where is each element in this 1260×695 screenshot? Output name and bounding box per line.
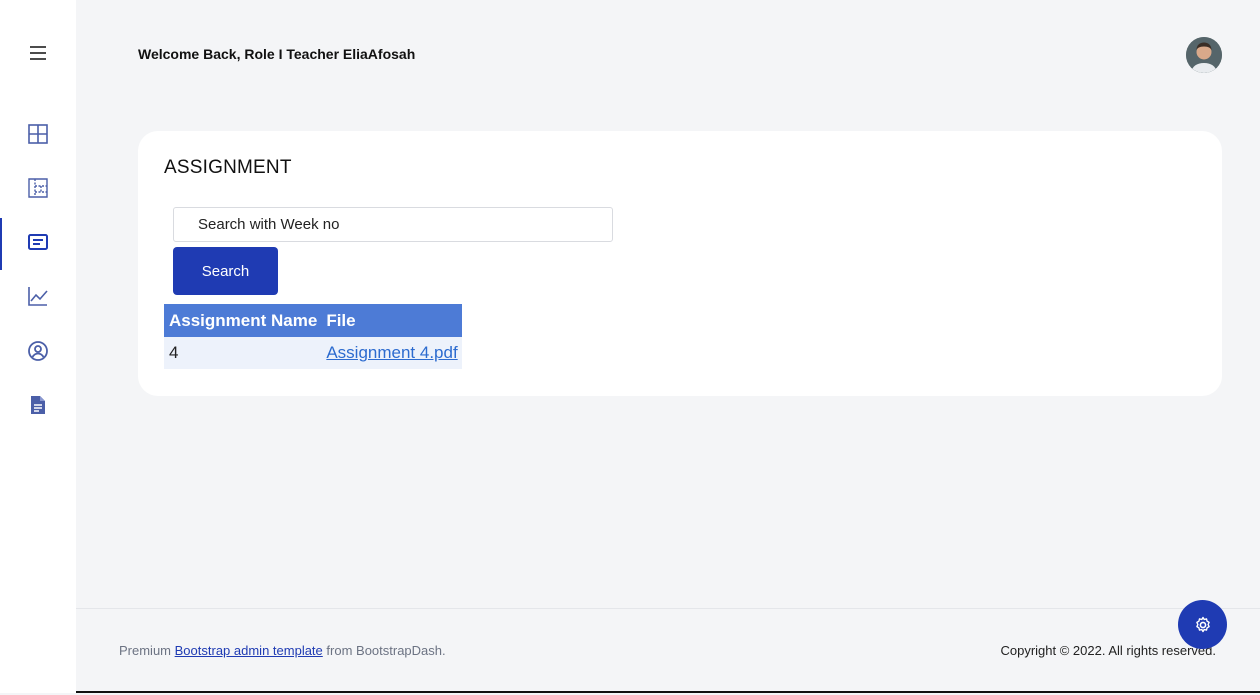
hamburger-icon	[30, 46, 46, 60]
bootstrap-template-link[interactable]: Bootstrap admin template	[175, 643, 323, 658]
column-header-assignment-name: Assignment Name	[164, 304, 322, 337]
avatar[interactable]	[1186, 37, 1222, 73]
menu-toggle-button[interactable]	[0, 33, 76, 73]
page-title: ASSIGNMENT	[164, 157, 292, 178]
grid-icon	[28, 124, 48, 144]
search-button[interactable]: Search	[173, 247, 278, 295]
footer-suffix: from BootstrapDash.	[326, 643, 446, 658]
sidebar-item-charts[interactable]	[0, 276, 76, 316]
footer-divider	[76, 608, 1260, 609]
table-header-row: Assignment Name File	[164, 304, 462, 337]
file-cell: Assignment 4.pdf	[321, 337, 462, 369]
assignment-icon	[28, 234, 48, 250]
week-search-input[interactable]	[173, 207, 613, 242]
table-row: 4 Assignment 4.pdf	[164, 337, 462, 369]
assignment-table: Assignment Name File 4 Assignment 4.pdf	[164, 304, 462, 369]
assignment-name-cell: 4	[164, 337, 322, 369]
user-circle-icon	[28, 341, 48, 361]
sidebar-item-profile[interactable]	[0, 331, 76, 371]
app-root: Welcome Back, Role I Teacher EliaAfosah …	[0, 0, 1260, 693]
footer-prefix: Premium	[119, 643, 172, 658]
gear-icon	[1195, 616, 1210, 632]
sidebar	[0, 0, 76, 693]
sidebar-item-dashboard[interactable]	[0, 114, 76, 154]
settings-button[interactable]	[1178, 600, 1227, 649]
column-header-file: File	[321, 304, 462, 337]
user-avatar-icon	[1186, 37, 1222, 73]
layout-icon	[28, 178, 48, 198]
chart-line-icon	[28, 287, 48, 306]
assignment-card: ASSIGNMENT Search Assignment Name File 4…	[138, 131, 1222, 396]
sidebar-item-documents[interactable]	[0, 385, 76, 425]
document-icon	[31, 396, 45, 414]
footer-credit: Premium Bootstrap admin template from Bo…	[119, 643, 446, 658]
file-download-link[interactable]: Assignment 4.pdf	[326, 343, 457, 362]
copyright-text: Copyright © 2022. All rights reserved.	[1000, 643, 1216, 658]
welcome-message: Welcome Back, Role I Teacher EliaAfosah	[138, 46, 416, 62]
sidebar-item-assignment[interactable]	[0, 218, 76, 270]
sidebar-item-layout[interactable]	[0, 168, 76, 208]
